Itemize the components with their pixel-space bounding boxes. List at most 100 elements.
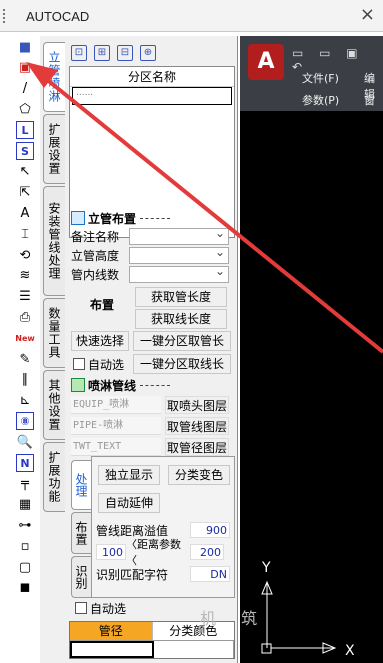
get-line-length-button[interactable]: 获取线长度 (135, 309, 227, 329)
tree-add-icon[interactable]: ⊕ (140, 45, 156, 61)
tree-icon[interactable]: ⊟ (117, 45, 133, 61)
search-zoom-icon[interactable]: 🔍 (16, 433, 34, 451)
t-pipe-icon[interactable]: ╤ (16, 475, 34, 493)
small-square-icon[interactable]: ▫ (16, 537, 34, 555)
select-window-icon[interactable]: ⊡ (71, 45, 87, 61)
close-icon[interactable]: × (360, 4, 375, 25)
get-sprinkler-layer-button[interactable]: 取喷头图层 (165, 396, 229, 414)
sprinkler-head-layer-name: EQUIP_喷淋 (71, 396, 161, 414)
divider (140, 384, 171, 386)
subtab-process[interactable]: 处理 (71, 460, 91, 510)
match-row: 识别匹配字符 DN (96, 565, 230, 583)
remark-name-label: 备注名称 (71, 229, 120, 244)
riser-section-title: 立管布置 (71, 210, 171, 226)
table-cell[interactable] (154, 641, 234, 658)
line-icon[interactable]: / (16, 80, 34, 98)
zone-header: 分区名称 (70, 67, 234, 87)
new-icon[interactable]: New (15, 329, 35, 347)
independent-display-button[interactable]: 独立显示 (98, 465, 160, 485)
tab-label: 其他设置 (47, 379, 61, 431)
subtab-layout[interactable]: 布置 (71, 512, 91, 554)
get-diameter-layer-button[interactable]: 取管径图层 (165, 438, 229, 456)
s-icon[interactable]: S (16, 142, 34, 160)
menu-file[interactable]: 文件(F) (302, 70, 339, 86)
layer-row: TWT_TEXT 取管径图层 (71, 437, 229, 457)
tab-label: 数量工具 (47, 307, 61, 359)
table-cell[interactable] (70, 641, 154, 658)
tab-other-settings[interactable]: 其他设置 (43, 370, 65, 440)
one-click-line-length-button[interactable]: 一键分区取线长 (133, 354, 231, 374)
tab-quantity-tools[interactable]: 数量工具 (43, 298, 65, 368)
range-max-input[interactable]: 200 (190, 544, 224, 560)
ucs-x-label: X (345, 643, 355, 659)
one-click-pipe-length-button[interactable]: 一键分区取管长 (133, 331, 231, 351)
tab-extended-settings[interactable]: 扩展设置 (43, 114, 65, 184)
arrow-cursor-icon[interactable]: ↖ (16, 163, 34, 181)
quick-select-button[interactable]: 快速选择 (71, 331, 129, 351)
subtab-recognize[interactable]: 识别 (71, 556, 91, 598)
autocad-logo[interactable]: A (248, 44, 284, 80)
panel-icon[interactable]: ▣ (16, 59, 34, 77)
get-pipe-layer-button[interactable]: 取管线图层 (165, 417, 229, 435)
checkbox-box[interactable] (75, 602, 87, 614)
column-header-diameter[interactable]: 管径 (70, 622, 153, 640)
select-cursor-icon[interactable]: ⇱ (16, 184, 34, 202)
auto-select-checkbox[interactable]: 自动选 (73, 356, 124, 372)
zone-name-input[interactable]: ...... (72, 87, 232, 105)
brush-icon[interactable]: ✎ (16, 350, 34, 368)
stop-icon[interactable]: ◼ (16, 579, 34, 597)
window-title: AUTOCAD (26, 9, 90, 24)
wire-count-label: 管内线数 (71, 267, 120, 282)
refresh-icon[interactable]: ⟲ (16, 246, 34, 264)
table-row (70, 640, 234, 658)
pipe-layer-name: PIPE-喷淋 (71, 417, 161, 435)
tab-label: 安装管线处理 (47, 202, 61, 280)
remark-name-select[interactable] (129, 226, 229, 245)
bottom-auto-select-checkbox[interactable]: 自动选 (75, 600, 126, 616)
axis-icon[interactable]: ⊾ (16, 392, 34, 410)
tab-riser-sprinkler[interactable]: 立管喷淋 (43, 42, 65, 112)
wire-count-select[interactable] (129, 264, 229, 283)
square-icon[interactable]: ■ (16, 38, 34, 56)
l-icon[interactable]: L (16, 121, 34, 140)
vertical-tab-strip: 立管喷淋 扩展设置 安装管线处理 数量工具 其他设置 扩展功能 (40, 36, 67, 663)
dimension-icon[interactable]: ⌶ (16, 225, 34, 243)
stack-icon[interactable]: ☰ (16, 288, 34, 306)
drag-grip[interactable] (3, 9, 5, 23)
section-icon (71, 211, 85, 225)
riser-height-label: 立管高度 (71, 248, 120, 263)
parallel-icon[interactable]: ∥ (16, 371, 34, 389)
section-icon (71, 378, 85, 392)
tab-extended-functions[interactable]: 扩展功能 (43, 442, 65, 512)
text-icon[interactable]: A (16, 204, 34, 222)
riser-height-row: 立管高度 (71, 245, 229, 264)
add-box-icon[interactable]: ⊞ (94, 45, 110, 61)
checkbox-box[interactable] (73, 358, 85, 370)
range-min-input[interactable]: 100 (96, 544, 126, 560)
range-label: 〈距离参数〈 (126, 538, 181, 567)
layers-icon[interactable]: ≋ (16, 267, 34, 285)
box-icon[interactable]: ▢ (16, 558, 34, 576)
pentagon-icon[interactable]: ⬠ (16, 100, 34, 118)
tab-label: 扩展设置 (47, 123, 61, 175)
get-pipe-length-button[interactable]: 获取管长度 (135, 287, 227, 307)
grid-icon[interactable]: ▦ (16, 496, 34, 514)
menu-params[interactable]: 参数(P) (302, 92, 339, 108)
drawing-canvas[interactable] (240, 111, 383, 663)
n-icon[interactable]: N (16, 454, 34, 472)
left-toolbar: ■ ▣ / ⬠ L S ↖ ⇱ A ⌶ ⟲ ≋ ☰ ⎙ New ✎ ∥ ⊾ ⑧ 🔍 N ╤ ▦ ⊶ ▫ ▢ ◼ (11, 36, 39, 606)
tab-install-pipeline[interactable]: 安装管线处理 (43, 186, 65, 296)
layout-button[interactable]: 布置 (73, 295, 131, 315)
match-input[interactable]: DN (190, 566, 230, 582)
auto-extend-button[interactable]: 自动延伸 (98, 493, 160, 513)
category-color-button[interactable]: 分类变色 (168, 465, 230, 485)
riser-height-select[interactable] (129, 245, 229, 264)
eight-icon[interactable]: ⑧ (16, 412, 34, 431)
overflow-input[interactable]: 900 (190, 522, 230, 538)
ucs-y-label: Y (262, 560, 271, 576)
sprinkler-section-title: 喷淋管线 (71, 377, 171, 393)
print-icon[interactable]: ⎙ (16, 308, 34, 326)
range-row: 100 〈距离参数〈 200 (96, 538, 224, 567)
node-icon[interactable]: ⊶ (16, 516, 34, 534)
tab-label: 扩展功能 (47, 451, 61, 503)
